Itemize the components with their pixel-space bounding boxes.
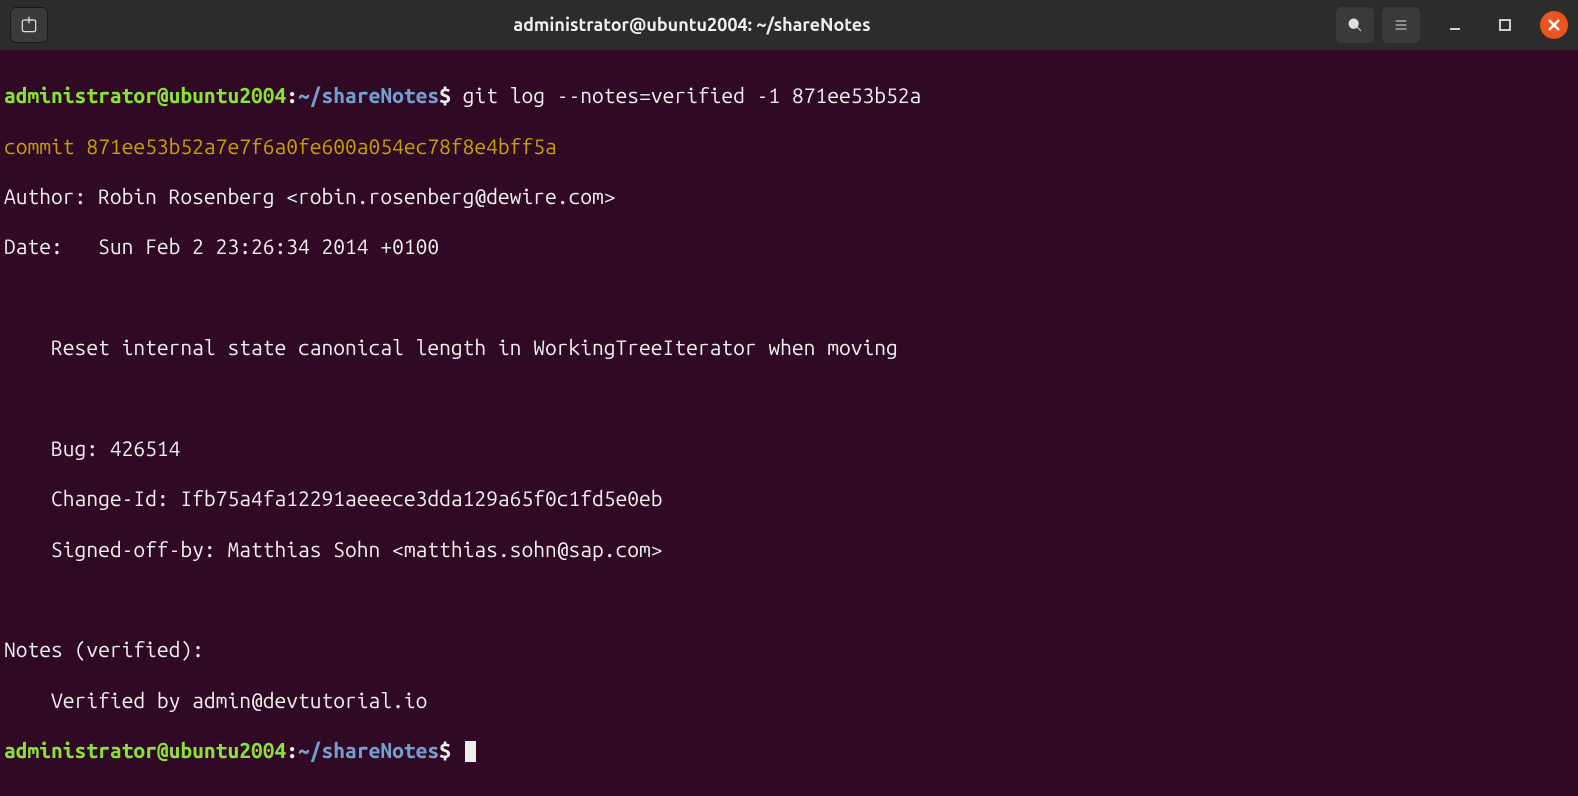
menu-button[interactable] bbox=[1382, 7, 1420, 43]
author-line: Author: Robin Rosenberg <robin.rosenberg… bbox=[4, 184, 1574, 209]
prompt-user: administrator@ubuntu2004 bbox=[4, 83, 286, 107]
maximize-button[interactable] bbox=[1490, 10, 1520, 40]
prompt-dollar: $ bbox=[439, 83, 451, 107]
commit-signed: Signed-off-by: Matthias Sohn <matthias.s… bbox=[4, 537, 1574, 562]
command-text: git log --notes=verified -1 871ee53b52a bbox=[463, 83, 922, 107]
prompt-dollar-2: $ bbox=[439, 738, 451, 762]
prompt-line-2: administrator@ubuntu2004:~/shareNotes$ bbox=[4, 738, 1574, 763]
prompt-line-1: administrator@ubuntu2004:~/shareNotes$ g… bbox=[4, 83, 1574, 108]
commit-changeid: Change-Id: Ifb75a4fa12291aeeece3dda129a6… bbox=[4, 486, 1574, 511]
prompt-colon: : bbox=[286, 83, 298, 107]
notes-header: Notes (verified): bbox=[4, 637, 1574, 662]
commit-hash-line: commit 871ee53b52a7e7f6a0fe600a054ec78f8… bbox=[4, 134, 1574, 159]
commit-bug: Bug: 426514 bbox=[4, 436, 1574, 461]
date-line: Date: Sun Feb 2 23:26:34 2014 +0100 bbox=[4, 234, 1574, 259]
blank-line-3 bbox=[4, 587, 1574, 612]
search-icon bbox=[1347, 17, 1363, 33]
close-icon bbox=[1548, 19, 1560, 31]
window-titlebar: administrator@ubuntu2004: ~/shareNotes bbox=[0, 0, 1578, 50]
titlebar-left bbox=[10, 7, 48, 43]
minimize-button[interactable] bbox=[1440, 10, 1470, 40]
maximize-icon bbox=[1498, 18, 1512, 32]
close-button[interactable] bbox=[1540, 11, 1568, 39]
cursor bbox=[465, 741, 476, 762]
prompt-colon-2: : bbox=[286, 738, 298, 762]
hamburger-icon bbox=[1393, 17, 1409, 33]
window-title: administrator@ubuntu2004: ~/shareNotes bbox=[48, 15, 1336, 35]
prompt-user-2: administrator@ubuntu2004 bbox=[4, 738, 286, 762]
commit-subject: Reset internal state canonical length in… bbox=[4, 335, 1574, 360]
notes-body: Verified by admin@devtutorial.io bbox=[4, 688, 1574, 713]
terminal-area[interactable]: administrator@ubuntu2004:~/shareNotes$ g… bbox=[0, 50, 1578, 796]
prompt-path: ~/shareNotes bbox=[298, 83, 439, 107]
prompt-path-2: ~/shareNotes bbox=[298, 738, 439, 762]
search-button[interactable] bbox=[1336, 7, 1374, 43]
new-tab-button[interactable] bbox=[10, 7, 48, 43]
titlebar-right bbox=[1336, 7, 1568, 43]
blank-line-2 bbox=[4, 385, 1574, 410]
new-tab-icon bbox=[19, 15, 39, 35]
blank-line-1 bbox=[4, 285, 1574, 310]
minimize-icon bbox=[1448, 18, 1462, 32]
